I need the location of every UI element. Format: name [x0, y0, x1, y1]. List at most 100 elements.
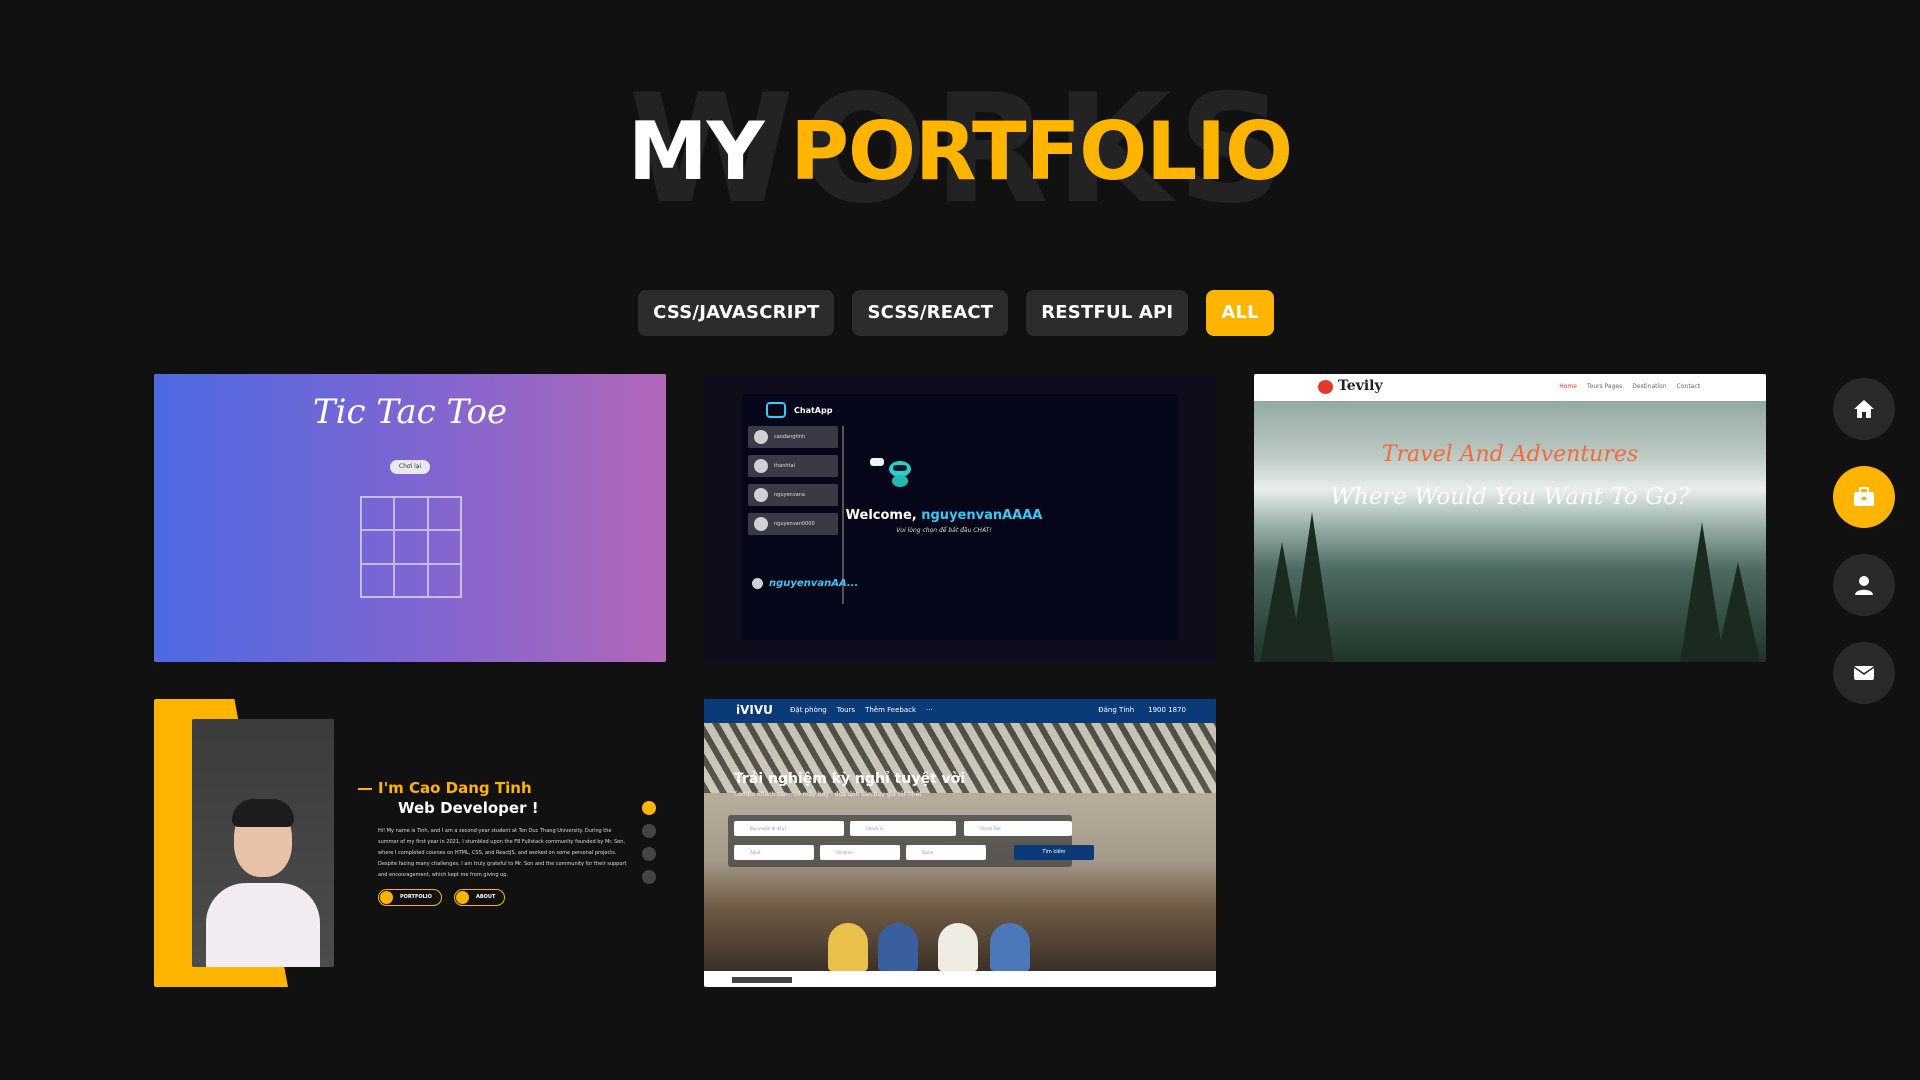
personal-portrait	[192, 719, 334, 967]
chat-user-name: caodangtinh	[774, 434, 806, 440]
robot-icon	[870, 458, 911, 487]
ivivu-checkout-field: Check Out	[964, 821, 1072, 836]
home-icon	[1854, 400, 1874, 418]
page-title: MY PORTFOLIO	[0, 102, 1920, 202]
envelope-icon	[1853, 666, 1875, 680]
chat-user-name: nguyenvana	[774, 492, 805, 498]
ivivu-destination-field: Bạn muốn đi đâu?	[734, 821, 844, 836]
board-cell	[394, 563, 428, 597]
arrow-icon	[456, 891, 469, 904]
ivivu-hero-subtitle: Combo khách sạn - vé máy bay - đưa đón s…	[734, 791, 922, 798]
chatapp-preview: ChatApp caodangtinh thanhtai nguyenvana …	[742, 394, 1178, 640]
tree-shape	[1290, 512, 1334, 662]
envelope-icon	[642, 870, 656, 884]
project-card-ivivu[interactable]: iVIVU Đặt phòng Tours Thêm Feeback ··· Đ…	[704, 699, 1216, 987]
ivivu-footer-text	[732, 977, 792, 983]
tevily-nav-link: Destination	[1632, 383, 1667, 390]
personal-side-nav	[642, 801, 656, 893]
person-shape	[990, 923, 1030, 971]
chat-bubble-icon	[766, 402, 786, 418]
ivivu-nav-link: Tours	[836, 706, 856, 714]
ivivu-search-panel: Bạn muốn đi đâu? Check in Check Out Adul…	[728, 815, 1094, 867]
briefcase-icon	[642, 824, 656, 838]
chatapp-name: ChatApp	[794, 405, 833, 415]
filter-all[interactable]: ALL	[1206, 290, 1274, 336]
ivivu-adult-field: Adult	[734, 845, 814, 860]
chat-welcome-text: Welcome, nguyenvanAAAA	[834, 508, 1054, 523]
tevily-heading: Travel And Adventures	[1381, 442, 1639, 467]
chat-welcome-subtext: Vui lòng chọn để bắt đầu CHAT!	[896, 527, 992, 534]
personal-portfolio-label: PORTFOLIO	[400, 894, 432, 900]
welcome-username: nguyenvanAAAA	[921, 508, 1043, 523]
filter-css-javascript[interactable]: CSS/JAVASCRIPT	[638, 290, 835, 336]
tictactoe-board	[360, 496, 462, 598]
tevily-logo: Tevily	[1338, 378, 1383, 394]
chatapp-header: ChatApp	[766, 402, 832, 418]
avatar	[754, 459, 768, 473]
tevily-subheading: Where Would You Want To Go?	[1330, 484, 1690, 510]
ivivu-children-field: Children	[820, 845, 900, 860]
chat-user-item: thanhtai	[748, 455, 838, 477]
personal-bio: Hi! My name is Tinh, and I am a second-y…	[378, 828, 627, 878]
welcome-prefix: Welcome,	[845, 508, 922, 523]
personal-role: Web Developer !	[398, 799, 539, 817]
ivivu-navbar: iVIVU Đặt phòng Tours Thêm Feeback ··· Đ…	[704, 699, 1216, 723]
avatar	[754, 488, 768, 502]
board-cell	[361, 563, 395, 597]
briefcase-icon	[1854, 487, 1874, 506]
tevily-nav-links: Home Tours Pages Destination Contact	[1559, 383, 1700, 390]
tevily-navbar: Tevily Home Tours Pages Destination Cont…	[1254, 374, 1766, 401]
chatapp-user-list: caodangtinh thanhtai nguyenvana nguyenva…	[746, 426, 858, 604]
avatar	[754, 430, 768, 444]
person-shape	[828, 923, 868, 971]
project-card-tevily[interactable]: Tevily Home Tours Pages Destination Cont…	[1254, 374, 1766, 662]
board-cell	[394, 497, 428, 531]
chat-user-name: thanhtai	[774, 463, 795, 469]
tictactoe-title: Tic Tac Toe	[312, 392, 508, 432]
portrait-hair	[232, 799, 294, 827]
user-icon	[642, 847, 656, 861]
filter-scss-react[interactable]: SCSS/REACT	[852, 290, 1009, 336]
chat-user-item: caodangtinh	[748, 426, 838, 448]
ivivu-logo: iVIVU	[736, 703, 773, 717]
tevily-nav-link: Home	[1559, 383, 1577, 390]
avatar	[754, 517, 768, 531]
board-cell	[427, 563, 461, 597]
board-cell	[427, 497, 461, 531]
ivivu-room-field: Room	[906, 845, 986, 860]
project-card-tictactoe[interactable]: Tic Tac Toe Chơi lại	[154, 374, 666, 662]
tictactoe-replay-button: Chơi lại	[390, 460, 430, 474]
ivivu-hotline: 1900 1870	[1148, 706, 1186, 714]
ivivu-nav-link: ···	[926, 706, 933, 714]
home-icon	[642, 801, 656, 815]
project-card-chatapp[interactable]: ChatApp caodangtinh thanhtai nguyenvana …	[704, 374, 1216, 662]
board-cell	[394, 530, 428, 564]
person-shape	[878, 923, 918, 971]
nav-contact-button[interactable]	[1833, 642, 1895, 704]
portfolio-filters: CSS/JAVASCRIPT SCSS/REACT RESTFUL API AL…	[0, 290, 1920, 336]
ivivu-nav-right: Đăng Tính 1900 1870	[1098, 706, 1186, 714]
chat-user-name: nguyenvan0000	[774, 521, 815, 527]
board-cell	[427, 530, 461, 564]
portrait-shirt	[206, 883, 320, 967]
ivivu-hero-title: Trải nghiệm kỳ nghỉ tuyệt vời	[734, 771, 966, 787]
person-shape	[938, 923, 978, 971]
nav-portfolio-button[interactable]	[1833, 466, 1895, 528]
project-card-personal[interactable]: I'm Cao Dang Tinh Web Developer ! Hi! My…	[154, 699, 666, 987]
chat-current-user-name: nguyenvanAA...	[769, 578, 859, 589]
section-heading: WORKS MY PORTFOLIO	[0, 75, 1920, 225]
user-icon	[1855, 576, 1873, 595]
personal-intro: I'm Cao Dang Tinh	[358, 779, 532, 797]
nav-about-button[interactable]	[1833, 554, 1895, 616]
chat-current-user: nguyenvanAA...	[752, 578, 858, 589]
nav-home-button[interactable]	[1833, 378, 1895, 440]
personal-about-button: ABOUT	[454, 889, 506, 906]
tevily-nav-link: Tours Pages	[1586, 383, 1623, 390]
filter-restful-api[interactable]: RESTFUL API	[1026, 290, 1189, 336]
chat-user-item: nguyenvan0000	[748, 513, 838, 535]
ivivu-search-button: Tìm kiếm	[1014, 845, 1094, 860]
ivivu-login: Đăng Tính	[1098, 706, 1135, 714]
avatar	[752, 578, 763, 589]
title-white-word: MY	[627, 105, 765, 198]
tevily-logo-icon	[1318, 380, 1333, 394]
